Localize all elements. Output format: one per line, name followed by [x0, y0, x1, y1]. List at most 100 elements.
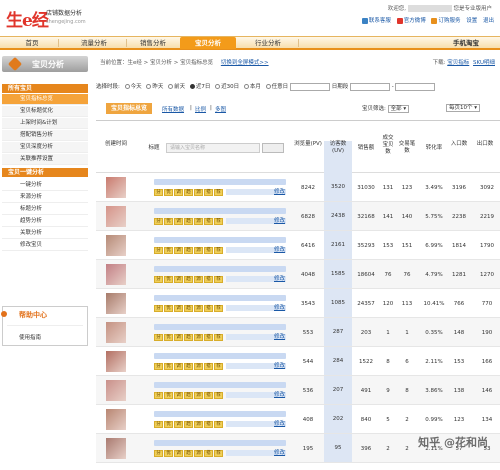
- product-thumbnail[interactable]: [106, 235, 126, 256]
- analysis-tag[interactable]: 趋: [184, 421, 193, 428]
- analysis-tag[interactable]: 源: [194, 218, 203, 225]
- radio-yesterday[interactable]: [146, 84, 152, 89]
- sidebar-item-oneclick[interactable]: 一键分析: [2, 180, 88, 191]
- sidebar-item-related[interactable]: 关联分析: [2, 228, 88, 239]
- analysis-tag[interactable]: 搭: [204, 276, 213, 283]
- analysis-tag[interactable]: 趋: [184, 450, 193, 457]
- product-title-blurred[interactable]: [154, 382, 286, 388]
- product-thumbnail[interactable]: [106, 409, 126, 430]
- product-filter-select[interactable]: 全部 ▾: [387, 104, 410, 113]
- radio-any-day[interactable]: [265, 84, 271, 89]
- analysis-tag[interactable]: 搭: [204, 189, 213, 196]
- analysis-tag[interactable]: 优: [164, 247, 173, 254]
- download-sku-link[interactable]: SKU明细: [473, 60, 495, 66]
- sidebar-group-oneclick[interactable]: 宝贝一键分析: [2, 168, 88, 177]
- product-title-blurred[interactable]: [154, 324, 286, 330]
- col-exits[interactable]: 出口数: [476, 141, 494, 148]
- analysis-tag[interactable]: 调: [174, 305, 183, 312]
- analysis-tag[interactable]: 优: [164, 392, 173, 399]
- edit-link[interactable]: 修改: [274, 419, 285, 427]
- analysis-tag[interactable]: 搭: [204, 421, 213, 428]
- analysis-tag[interactable]: 荐: [214, 363, 223, 370]
- analysis-tag[interactable]: 源: [194, 421, 203, 428]
- analysis-tag[interactable]: 调: [174, 450, 183, 457]
- sidebar-group-all[interactable]: 所有宝贝: [2, 84, 88, 93]
- radio-30days[interactable]: [215, 84, 221, 89]
- analysis-tag[interactable]: 荐: [214, 421, 223, 428]
- analysis-tag[interactable]: 分: [154, 363, 163, 370]
- edit-link[interactable]: 修改: [274, 245, 285, 253]
- product-thumbnail[interactable]: [106, 264, 126, 285]
- analysis-tag[interactable]: 趋: [184, 334, 193, 341]
- edit-link[interactable]: 修改: [274, 448, 285, 456]
- sidebar-item-recommend-settings[interactable]: 关联推荐设置: [2, 154, 88, 165]
- sidebar-item-bundle-sales[interactable]: 搭配销售分析: [2, 130, 88, 141]
- analysis-tag[interactable]: 分: [154, 421, 163, 428]
- analysis-tag[interactable]: 荐: [214, 218, 223, 225]
- settings-link[interactable]: 设置: [466, 18, 477, 24]
- analysis-tag[interactable]: 分: [154, 305, 163, 312]
- analysis-tag[interactable]: 源: [194, 276, 203, 283]
- col-sales[interactable]: 销售额: [352, 145, 380, 152]
- analysis-tag[interactable]: 源: [194, 363, 203, 370]
- analysis-tag[interactable]: 趋: [184, 247, 193, 254]
- analysis-tag[interactable]: 搭: [204, 392, 213, 399]
- edit-link[interactable]: 修改: [274, 274, 285, 282]
- radio-7days[interactable]: [189, 84, 195, 89]
- tab-overview[interactable]: 宝贝指标总览: [106, 103, 153, 114]
- analysis-tag[interactable]: 搭: [204, 218, 213, 225]
- analysis-tag[interactable]: 荐: [214, 305, 223, 312]
- product-title-blurred[interactable]: [154, 179, 286, 185]
- analysis-tag[interactable]: 源: [194, 189, 203, 196]
- col-items-sold[interactable]: 成交宝贝数: [380, 135, 396, 156]
- contact-service-link[interactable]: 联系客服: [369, 18, 391, 24]
- product-thumbnail[interactable]: [106, 177, 126, 198]
- table-row[interactable]: 分优调趋源搭荐修改 4048 1585 18604 76 76 4.79% 1281 1270: [96, 260, 500, 289]
- analysis-tag[interactable]: 调: [174, 421, 183, 428]
- product-title-blurred[interactable]: [154, 411, 286, 417]
- analysis-tag[interactable]: 源: [194, 392, 203, 399]
- analysis-tag[interactable]: 调: [174, 334, 183, 341]
- table-row[interactable]: 分优调趋源搭荐修改 536 207 491 9 8 3.86% 138 146: [96, 376, 500, 405]
- sidebar-item-trend[interactable]: 趋势分析: [2, 216, 88, 227]
- analysis-tag[interactable]: 分: [154, 189, 163, 196]
- analysis-tag[interactable]: 趋: [184, 276, 193, 283]
- nav-mobile[interactable]: 手机淘宝: [440, 37, 492, 49]
- edit-link[interactable]: 修改: [274, 332, 285, 340]
- analysis-tag[interactable]: 荐: [214, 247, 223, 254]
- sidebar-item-source[interactable]: 来源分析: [2, 192, 88, 203]
- product-thumbnail[interactable]: [106, 351, 126, 372]
- sidebar-item-overview[interactable]: 宝贝指标总览: [2, 94, 88, 105]
- table-row[interactable]: 分优调趋源搭荐修改 3543 1085 24357 120 113 10.41% 766 770: [96, 289, 500, 318]
- analysis-tag[interactable]: 优: [164, 276, 173, 283]
- col-entries[interactable]: 入口数: [450, 141, 468, 148]
- analysis-tag[interactable]: 分: [154, 392, 163, 399]
- nav-sales[interactable]: 销售分析: [128, 37, 178, 49]
- weibo-link[interactable]: 官方微博: [404, 18, 426, 24]
- nav-product[interactable]: 宝贝分析: [180, 37, 236, 49]
- edit-link[interactable]: 修改: [274, 361, 285, 369]
- title-search-button[interactable]: [262, 143, 284, 153]
- analysis-tag[interactable]: 分: [154, 218, 163, 225]
- analysis-tag[interactable]: 源: [194, 450, 203, 457]
- nav-traffic[interactable]: 流量分析: [64, 37, 124, 49]
- nav-industry[interactable]: 行业分析: [240, 37, 296, 49]
- analysis-tag[interactable]: 调: [174, 218, 183, 225]
- analysis-tag[interactable]: 优: [164, 305, 173, 312]
- sidebar-item-listing-time[interactable]: 上架时间&计划: [2, 118, 88, 129]
- analysis-tag[interactable]: 优: [164, 450, 173, 457]
- table-row[interactable]: 分优调趋源搭荐修改 6828 2438 32168 141 140 5.75% 2238 221…: [96, 202, 500, 231]
- edit-link[interactable]: 修改: [274, 187, 285, 195]
- product-title-blurred[interactable]: [154, 295, 286, 301]
- download-metrics-link[interactable]: 宝贝指标: [447, 60, 469, 66]
- edit-link[interactable]: 修改: [274, 216, 285, 224]
- analysis-tag[interactable]: 搭: [204, 247, 213, 254]
- date-input[interactable]: [289, 82, 330, 91]
- tab-ratio[interactable]: 比例: [195, 105, 206, 113]
- product-title-blurred[interactable]: [154, 266, 286, 272]
- analysis-tag[interactable]: 搭: [204, 450, 213, 457]
- analysis-tag[interactable]: 调: [174, 392, 183, 399]
- table-row[interactable]: 分优调趋源搭荐修改 8242 3520 31030 131 123 3.49% 3196 309…: [96, 173, 500, 202]
- product-title-blurred[interactable]: [154, 208, 286, 214]
- analysis-tag[interactable]: 源: [194, 305, 203, 312]
